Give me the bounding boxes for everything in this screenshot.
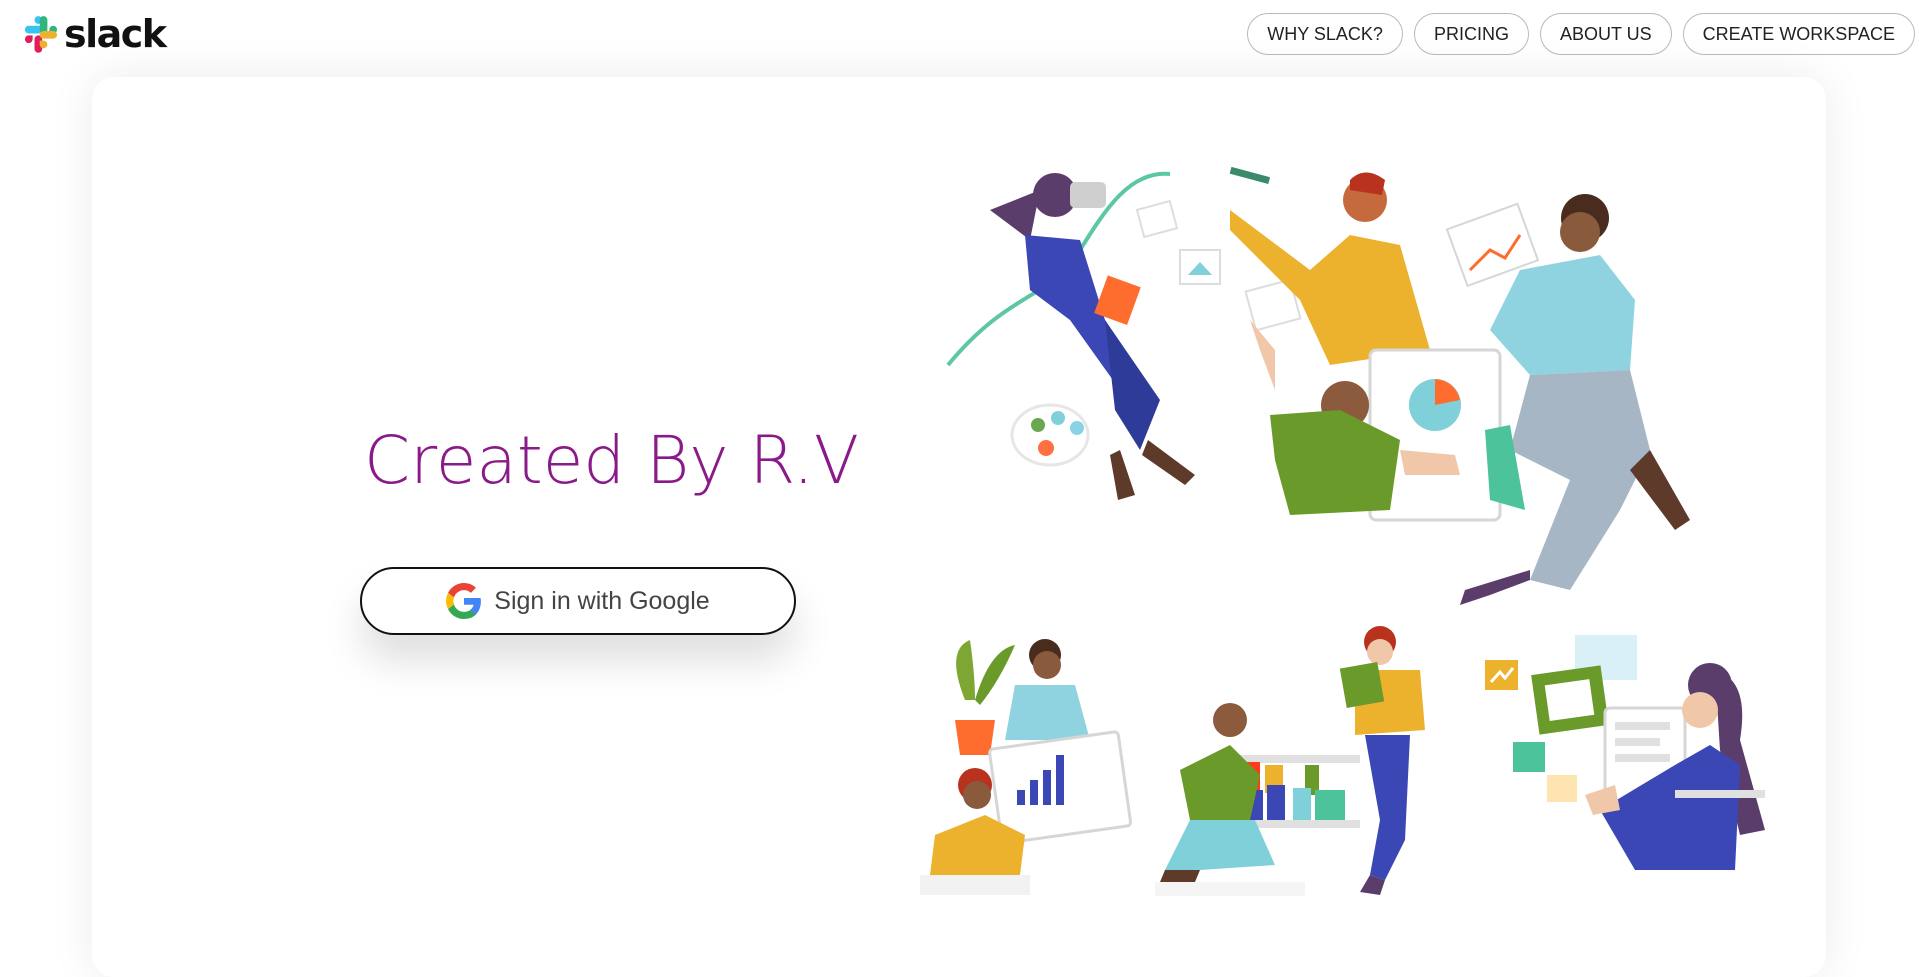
sign-in-with-google-button[interactable]: Sign in with Google bbox=[360, 567, 796, 635]
nav-about-us-button[interactable]: ABOUT US bbox=[1539, 13, 1672, 55]
nav-create-workspace-button[interactable]: CREATE WORKSPACE bbox=[1682, 13, 1915, 55]
hero-headline: Created By R.V bbox=[364, 422, 860, 499]
sign-in-label: Sign in with Google bbox=[494, 586, 710, 615]
slack-logo[interactable]: slack bbox=[18, 12, 167, 56]
slack-logo-icon bbox=[24, 16, 58, 53]
nav-menu: WHY SLACK? PRICING ABOUT US CREATE WORKS… bbox=[1247, 13, 1915, 55]
team-collaboration-illustration bbox=[946, 166, 1690, 605]
dashboard-illustration bbox=[1485, 635, 1765, 870]
brand-name: slack bbox=[64, 12, 167, 56]
nav-why-slack-button[interactable]: WHY SLACK? bbox=[1247, 13, 1403, 55]
desk-meeting-illustration bbox=[920, 639, 1133, 895]
top-navigation: slack WHY SLACK? PRICING ABOUT US CREATE… bbox=[0, 0, 1919, 70]
google-g-icon bbox=[446, 583, 482, 619]
bookshelf-illustration bbox=[1155, 626, 1425, 896]
nav-pricing-button[interactable]: PRICING bbox=[1413, 13, 1529, 55]
